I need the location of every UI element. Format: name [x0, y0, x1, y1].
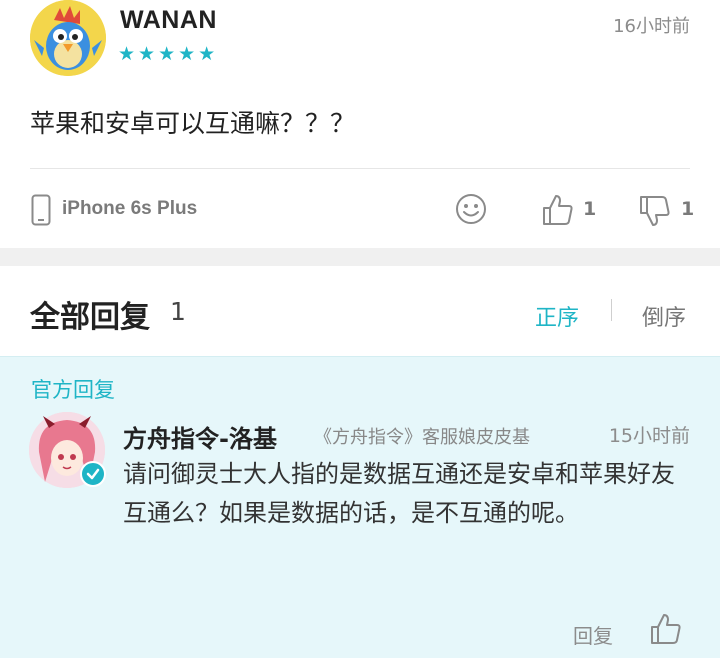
official-role: 《方舟指令》客服娘皮皮基	[314, 427, 530, 448]
replies-title: 全部回复	[30, 300, 150, 335]
check-badge-icon	[86, 468, 100, 480]
replies-count: 1	[170, 297, 186, 326]
star-rating: ★★★★★	[118, 43, 219, 65]
thumbs-down-icon[interactable]	[638, 194, 672, 228]
reply-button[interactable]: 回复	[573, 620, 613, 649]
divider	[30, 168, 690, 169]
official-reply-label: 官方回复	[31, 378, 115, 402]
sort-divider	[611, 299, 612, 321]
dislike-count: 1	[681, 198, 695, 220]
reply-time: 15小时前	[608, 425, 690, 447]
section-separator	[0, 248, 720, 266]
thumbs-up-icon[interactable]	[649, 612, 683, 646]
official-reply-card: 官方回复 方舟指令-洛基 《方舟指令》客服娘皮皮基 15小时前 请问御灵士大人指…	[0, 356, 720, 658]
like-count: 1	[583, 198, 597, 220]
reply-content: 请问御灵士大人指的是数据互通还是安卓和苹果好友互通么？如果是数据的话，是不互通的…	[123, 460, 675, 527]
post-content: 苹果和安卓可以互通嘛？？？	[30, 109, 356, 138]
user-avatar[interactable]	[30, 0, 106, 76]
chicken-avatar-icon	[30, 0, 106, 76]
sort-ascending-tab[interactable]: 正序	[535, 300, 579, 332]
official-name[interactable]: 方舟指令-洛基	[123, 419, 277, 454]
sort-descending-tab[interactable]: 倒序	[642, 300, 686, 332]
username[interactable]: WANAN	[120, 6, 217, 35]
post-card: WANAN ★★★★★ 16小时前 苹果和安卓可以互通嘛？？？ iPhone 6…	[0, 0, 720, 248]
device-name: iPhone 6s Plus	[62, 198, 198, 219]
post-time: 16小时前	[613, 16, 690, 37]
phone-icon	[31, 194, 51, 226]
smiley-icon[interactable]	[455, 193, 487, 225]
verified-badge	[80, 461, 106, 487]
replies-header: 全部回复 1 正序 倒序	[0, 266, 720, 354]
thumbs-up-icon[interactable]	[541, 193, 575, 227]
